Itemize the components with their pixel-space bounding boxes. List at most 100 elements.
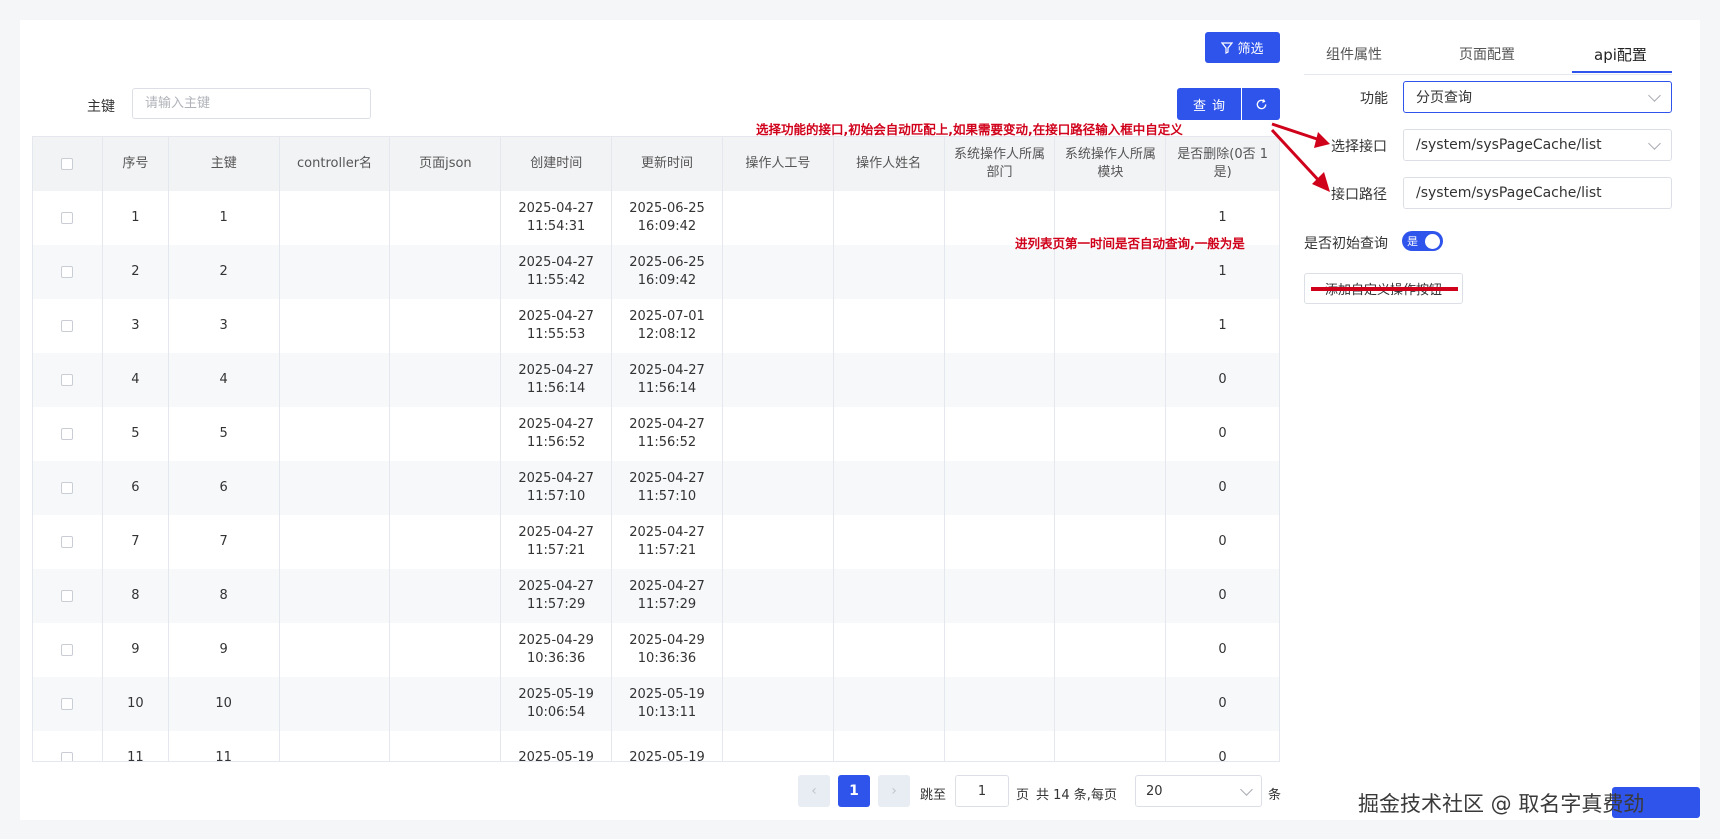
function-select[interactable]: 分页查询: [1403, 81, 1672, 113]
row-select-cell[interactable]: [33, 623, 103, 677]
cell-controller: [280, 461, 391, 515]
row-select-cell[interactable]: [33, 245, 103, 299]
interface-select[interactable]: /system/sysPageCache/list: [1403, 129, 1672, 161]
select-all-checkbox[interactable]: [61, 158, 74, 170]
cell-updated: 2025-04-27 11:57:21: [612, 515, 723, 569]
header-updated: 更新时间: [612, 137, 723, 191]
cell-module: [1055, 245, 1167, 299]
cell-json: [390, 623, 502, 677]
tab-page-config[interactable]: 页面配置: [1459, 44, 1515, 64]
cell-seq: 10: [103, 677, 169, 731]
cell-pk: 4: [169, 353, 280, 407]
init-query-label: 是否初始查询: [1304, 236, 1388, 252]
annotation-interface: 选择功能的接口,初始会自动匹配上,如果需要变动,在接口路径输入框中自定义: [756, 122, 1183, 137]
cell-op-id: [723, 515, 834, 569]
cell-seq: 6: [103, 461, 169, 515]
row-select-cell[interactable]: [33, 353, 103, 407]
cell-created: 2025-04-27 11:56:14: [501, 353, 613, 407]
row-checkbox[interactable]: [61, 428, 74, 440]
header-seq: 序号: [103, 137, 169, 191]
cell-json: [390, 731, 502, 761]
cell-op-id: [723, 731, 834, 761]
row-select-cell[interactable]: [33, 461, 103, 515]
path-input[interactable]: /system/sysPageCache/list: [1403, 177, 1672, 209]
switch-text: 是: [1407, 235, 1418, 248]
cell-seq: 3: [103, 299, 169, 353]
row-checkbox[interactable]: [61, 536, 74, 548]
cell-json: [390, 191, 502, 245]
header-json: 页面json: [390, 137, 502, 191]
row-checkbox[interactable]: [61, 590, 74, 602]
page-1-button[interactable]: 1: [838, 775, 870, 807]
watermark: 掘金技术社区 @ 取名字真费劲: [1358, 792, 1645, 816]
next-page-button[interactable]: ›: [878, 775, 910, 807]
prev-page-button[interactable]: ‹: [798, 775, 830, 807]
cell-dept: [945, 569, 1056, 623]
row-checkbox[interactable]: [61, 212, 74, 224]
cell-deleted: 0: [1218, 588, 1227, 603]
cell-op-name: [834, 569, 945, 623]
cell-pk: 10: [169, 677, 280, 731]
cell-updated: 2025-04-27 11:56:52: [612, 407, 723, 461]
cell-created: 2025-04-27 11:57:29: [501, 569, 613, 623]
header-deleted: 是否删除(0否 1是): [1177, 147, 1269, 180]
cell-created: 2025-05-19: [501, 731, 613, 761]
cell-controller: [280, 407, 391, 461]
cell-module: [1055, 677, 1167, 731]
header-pk: 主键: [169, 137, 280, 191]
cell-updated: 2025-04-27 11:57:10: [612, 461, 723, 515]
header-module: 系统操作人所属模块: [1055, 137, 1167, 191]
cell-created: 2025-04-27 11:57:10: [501, 461, 613, 515]
reset-button[interactable]: [1242, 88, 1280, 120]
cell-pk: 11: [169, 731, 280, 761]
row-checkbox[interactable]: [61, 752, 74, 761]
select-all-cell[interactable]: [33, 137, 103, 191]
cell-controller: [280, 353, 391, 407]
cell-json: [390, 515, 502, 569]
cell-dept: [945, 731, 1056, 761]
init-query-switch[interactable]: 是: [1402, 231, 1443, 251]
per-page-unit: 条: [1268, 788, 1282, 803]
page-size-value: 20: [1146, 783, 1163, 799]
cell-seq: 2: [103, 245, 169, 299]
cell-pk: 3: [169, 299, 280, 353]
row-checkbox[interactable]: [61, 266, 74, 278]
row-select-cell[interactable]: [33, 515, 103, 569]
tab-api-config[interactable]: api配置: [1594, 44, 1647, 65]
cell-pk: 5: [169, 407, 280, 461]
primary-key-input[interactable]: [132, 88, 371, 119]
page-size-select[interactable]: 20: [1135, 775, 1262, 807]
row-select-cell[interactable]: [33, 677, 103, 731]
row-select-cell[interactable]: [33, 299, 103, 353]
cell-controller: [280, 569, 391, 623]
chevron-down-icon: [1240, 782, 1253, 796]
cell-pk: 9: [169, 623, 280, 677]
row-select-cell[interactable]: [33, 569, 103, 623]
cell-json: [390, 299, 502, 353]
jump-label: 跳至: [920, 788, 947, 803]
cell-created: 2025-04-27 11:55:42: [501, 245, 613, 299]
jump-page-input[interactable]: 1: [955, 775, 1009, 807]
row-checkbox[interactable]: [61, 698, 74, 710]
row-select-cell[interactable]: [33, 191, 103, 245]
row-checkbox[interactable]: [61, 482, 74, 494]
table-row: 6 6 2025-04-27 11:57:10 2025-04-27 11:57:10…: [33, 461, 1279, 515]
row-checkbox[interactable]: [61, 644, 74, 656]
header-dept: 系统操作人所属部门: [945, 137, 1056, 191]
filter-button[interactable]: 筛选: [1205, 32, 1280, 63]
table-row: 4 4 2025-04-27 11:56:14 2025-04-27 11:56:14…: [33, 353, 1279, 407]
query-button[interactable]: 查询: [1177, 88, 1241, 120]
header-op-id: 操作人工号: [723, 137, 834, 191]
row-checkbox[interactable]: [61, 374, 74, 386]
tab-component-props[interactable]: 组件属性: [1326, 44, 1382, 64]
row-select-cell[interactable]: [33, 731, 103, 761]
cell-op-name: [834, 353, 945, 407]
row-checkbox[interactable]: [61, 320, 74, 332]
page-unit-label: 页: [1016, 788, 1030, 803]
row-select-cell[interactable]: [33, 407, 103, 461]
cell-op-id: [723, 191, 834, 245]
header-controller: controller名: [280, 137, 391, 191]
table-row: 10 10 2025-05-19 10:06:54 2025-05-19 10:13:…: [33, 677, 1279, 731]
cell-pk: 2: [169, 245, 280, 299]
cell-op-id: [723, 245, 834, 299]
